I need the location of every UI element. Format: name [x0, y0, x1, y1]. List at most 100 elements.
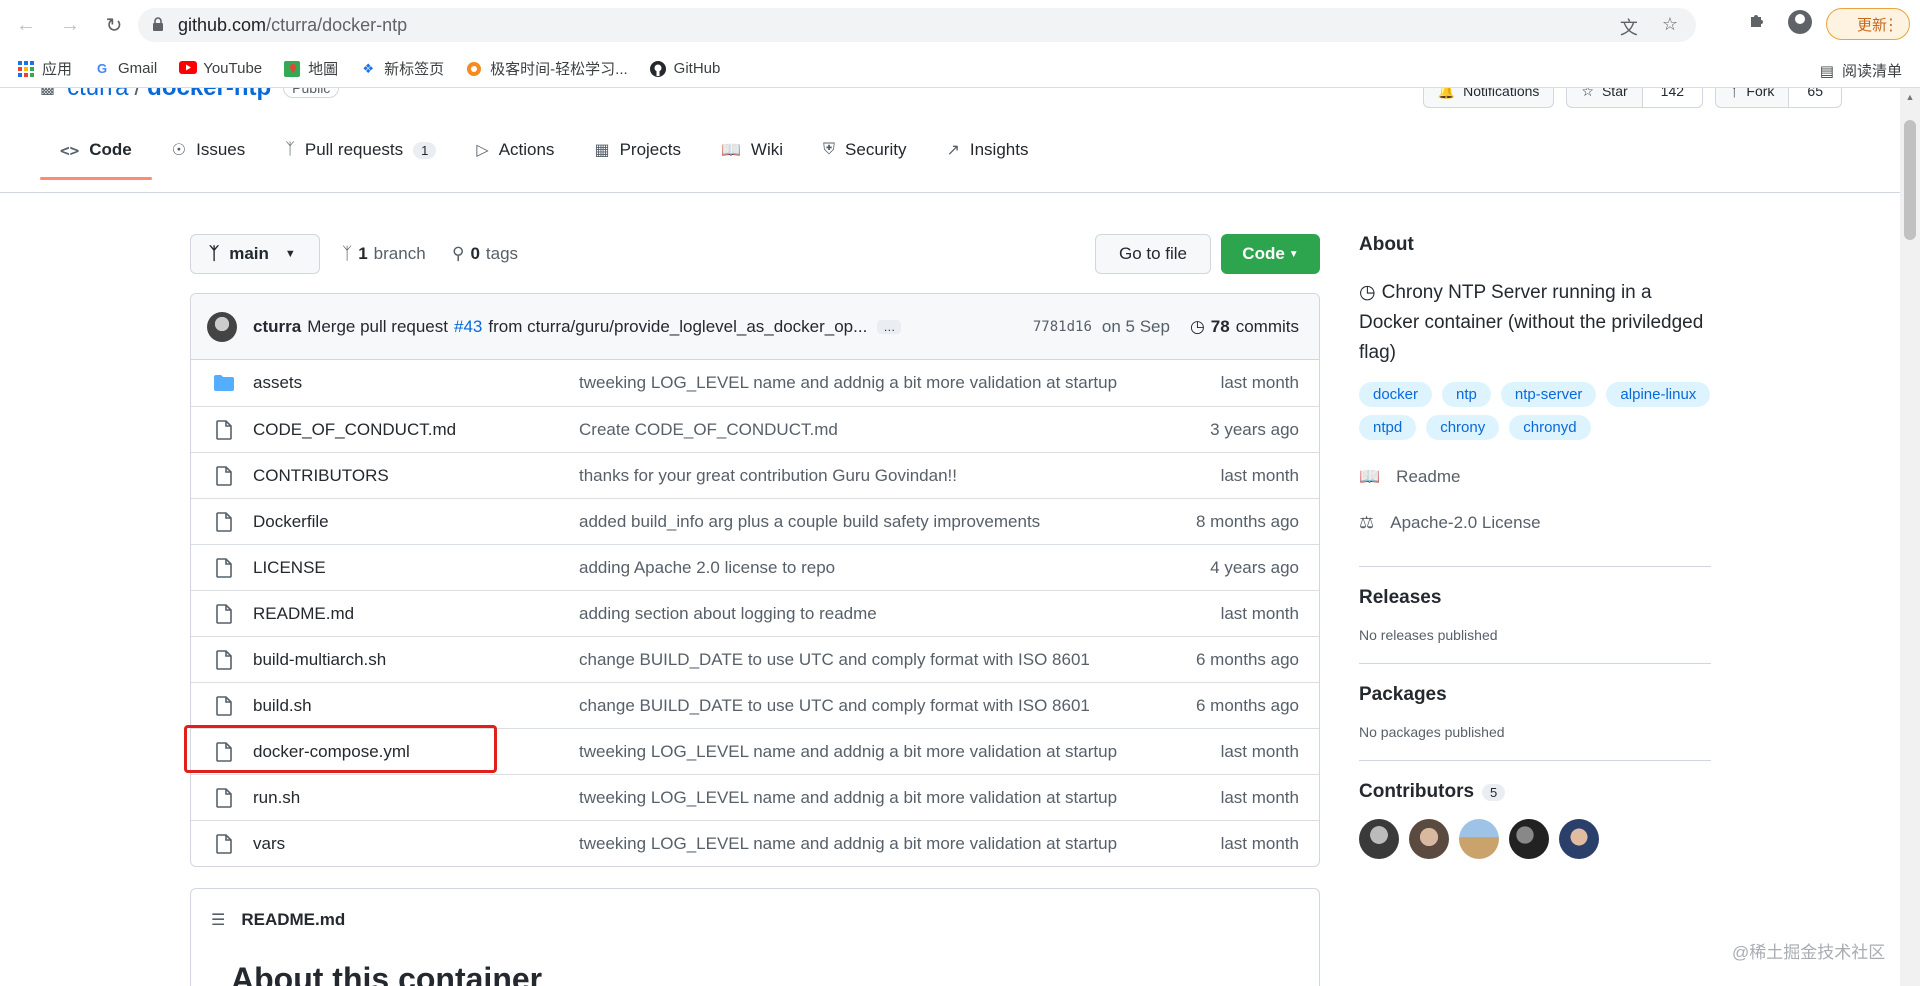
- tab-pull-requests[interactable]: ᛉ Pull requests 1: [265, 120, 456, 180]
- star-button[interactable]: ☆ Star 142: [1566, 88, 1704, 108]
- contributor-avatar[interactable]: [1509, 819, 1549, 859]
- file-row[interactable]: docker-compose.yml tweeking LOG_LEVEL nam…: [191, 728, 1319, 774]
- commit-date[interactable]: on 5 Sep: [1102, 317, 1170, 337]
- file-commit-message[interactable]: thanks for your great contribution Guru …: [579, 466, 1139, 486]
- readme-link[interactable]: 📖 Readme: [1359, 454, 1711, 500]
- packages-title[interactable]: Packages: [1359, 684, 1711, 706]
- tab-insights[interactable]: ↗ Insights: [926, 120, 1048, 180]
- releases-title[interactable]: Releases: [1359, 587, 1711, 609]
- tab-security[interactable]: ⛨ Security: [803, 120, 926, 180]
- translate-icon[interactable]: 文: [1620, 14, 1638, 40]
- branch-select-button[interactable]: ᛉ main ▼: [190, 234, 320, 274]
- list-icon[interactable]: ☰: [211, 910, 225, 930]
- file-name-link[interactable]: README.md: [253, 604, 579, 624]
- contributor-avatar[interactable]: [1459, 819, 1499, 859]
- topic-tag[interactable]: ntp: [1442, 382, 1491, 407]
- commit-expand-button[interactable]: …: [877, 319, 902, 334]
- topic-tag[interactable]: chronyd: [1509, 415, 1591, 440]
- file-name-link[interactable]: run.sh: [253, 788, 579, 808]
- commit-sha[interactable]: 7781d16: [1033, 319, 1092, 335]
- file-commit-message[interactable]: change BUILD_DATE to use UTC and comply …: [579, 650, 1139, 670]
- commit-message-prefix[interactable]: Merge pull request: [307, 317, 448, 337]
- forward-button[interactable]: →: [56, 11, 84, 39]
- file-commit-message[interactable]: tweeking LOG_LEVEL name and addnig a bit…: [579, 373, 1139, 393]
- file-commit-message[interactable]: tweeking LOG_LEVEL name and addnig a bit…: [579, 834, 1139, 854]
- extensions-icon[interactable]: [1748, 11, 1766, 34]
- file-commit-message[interactable]: tweeking LOG_LEVEL name and addnig a bit…: [579, 742, 1139, 762]
- topic-tag[interactable]: alpine-linux: [1606, 382, 1711, 407]
- file-name-link[interactable]: docker-compose.yml: [253, 742, 579, 762]
- file-commit-message[interactable]: added build_info arg plus a couple build…: [579, 512, 1139, 532]
- file-row[interactable]: assets tweeking LOG_LEVEL name and addnig…: [191, 360, 1319, 406]
- tab-actions[interactable]: ▷ Actions: [456, 120, 574, 180]
- commit-author[interactable]: cturra: [253, 317, 301, 337]
- tab-wiki[interactable]: 📖 Wiki: [701, 120, 803, 180]
- commit-author-avatar[interactable]: [207, 311, 237, 342]
- file-commit-message[interactable]: tweeking LOG_LEVEL name and addnig a bit…: [579, 788, 1139, 808]
- topic-tag[interactable]: ntp-server: [1500, 382, 1597, 407]
- file-row[interactable]: CODE_OF_CONDUCT.md Create CODE_OF_CONDUCT…: [191, 406, 1319, 452]
- file-row[interactable]: run.sh tweeking LOG_LEVEL name and addnig…: [191, 774, 1319, 820]
- notifications-button[interactable]: 🔔 Notifications: [1422, 88, 1555, 108]
- file-name-link[interactable]: assets: [253, 373, 579, 393]
- bookmark-youtube[interactable]: YouTube: [179, 60, 262, 77]
- scroll-up-icon[interactable]: ▲: [1904, 92, 1916, 104]
- file-row[interactable]: README.md adding section about logging to…: [191, 590, 1319, 636]
- bookmark-apps[interactable]: 应用: [18, 58, 72, 79]
- file-commit-message[interactable]: change BUILD_DATE to use UTC and comply …: [579, 696, 1139, 716]
- file-row[interactable]: LICENSE adding Apache 2.0 license to repo…: [191, 544, 1319, 590]
- update-button[interactable]: 更新 ⋮: [1826, 8, 1910, 40]
- topic-tag[interactable]: chrony: [1426, 415, 1500, 440]
- bookmark-geektime[interactable]: 极客时间-轻松学习...: [466, 58, 628, 79]
- license-link[interactable]: ⚖ Apache-2.0 License: [1359, 500, 1711, 546]
- tab-projects[interactable]: ▦ Projects: [574, 120, 701, 180]
- commit-pr-link[interactable]: #43: [454, 317, 482, 337]
- topic-tag[interactable]: ntpd: [1359, 415, 1417, 440]
- address-bar[interactable]: github.com/cturra/docker-ntp 文 ☆: [138, 8, 1696, 42]
- bookmark-maps[interactable]: 地圖: [284, 58, 338, 79]
- file-row[interactable]: build.sh change BUILD_DATE to use UTC and…: [191, 682, 1319, 728]
- page-scrollbar[interactable]: ▲: [1900, 88, 1920, 986]
- file-commit-message[interactable]: Create CODE_OF_CONDUCT.md: [579, 420, 1139, 440]
- code-dropdown-button[interactable]: Code ▼: [1221, 234, 1320, 274]
- bookmark-github[interactable]: GitHub: [649, 60, 720, 77]
- file-name-link[interactable]: build.sh: [253, 696, 579, 716]
- bookmark-new-tab[interactable]: ❖ 新标签页: [360, 58, 444, 79]
- fork-button[interactable]: ᛉ Fork 65: [1715, 88, 1842, 108]
- tab-issues[interactable]: ☉ Issues: [152, 120, 265, 180]
- tags-link[interactable]: ⚲ 0 tags: [452, 234, 518, 274]
- topic-tag[interactable]: docker: [1359, 382, 1433, 407]
- file-name-link[interactable]: LICENSE: [253, 558, 579, 578]
- file-name-link[interactable]: CONTRIBUTORS: [253, 466, 579, 486]
- branches-link[interactable]: ᛉ 1 branch: [342, 234, 426, 274]
- fork-count[interactable]: 65: [1788, 88, 1841, 107]
- account-icon[interactable]: [1788, 10, 1812, 34]
- star-count[interactable]: 142: [1641, 88, 1703, 107]
- back-button[interactable]: ←: [12, 11, 40, 39]
- contributor-avatar[interactable]: [1409, 819, 1449, 859]
- scrollbar-thumb[interactable]: [1904, 120, 1916, 240]
- repo-owner-link[interactable]: cturra: [67, 88, 128, 102]
- file-row[interactable]: vars tweeking LOG_LEVEL name and addnig a…: [191, 820, 1319, 866]
- file-row[interactable]: CONTRIBUTORS thanks for your great contri…: [191, 452, 1319, 498]
- bookmark-star-icon[interactable]: ☆: [1662, 14, 1678, 40]
- reload-button[interactable]: ↻: [100, 11, 128, 39]
- contributor-avatar[interactable]: [1559, 819, 1599, 859]
- tab-code[interactable]: <> Code: [40, 120, 152, 180]
- file-row[interactable]: Dockerfile added build_info arg plus a co…: [191, 498, 1319, 544]
- file-name-link[interactable]: vars: [253, 834, 579, 854]
- file-name-link[interactable]: Dockerfile: [253, 512, 579, 532]
- repo-name-link[interactable]: docker-ntp: [147, 88, 271, 102]
- file-name-link[interactable]: build-multiarch.sh: [253, 650, 579, 670]
- file-name-link[interactable]: CODE_OF_CONDUCT.md: [253, 420, 579, 440]
- commit-history-link[interactable]: ◷ 78 commits: [1190, 317, 1299, 337]
- file-commit-message[interactable]: adding section about logging to readme: [579, 604, 1139, 624]
- bookmark-gmail[interactable]: G Gmail: [94, 60, 157, 77]
- contributors-title[interactable]: Contributors 5: [1359, 781, 1711, 803]
- file-commit-message[interactable]: adding Apache 2.0 license to repo: [579, 558, 1139, 578]
- file-row[interactable]: build-multiarch.sh change BUILD_DATE to u…: [191, 636, 1319, 682]
- go-to-file-button[interactable]: Go to file: [1095, 234, 1211, 274]
- reading-list-button[interactable]: ▤ 阅读清单: [1820, 60, 1902, 81]
- commit-message-suffix[interactable]: from cturra/guru/provide_loglevel_as_doc…: [488, 317, 867, 337]
- contributor-avatar[interactable]: [1359, 819, 1399, 859]
